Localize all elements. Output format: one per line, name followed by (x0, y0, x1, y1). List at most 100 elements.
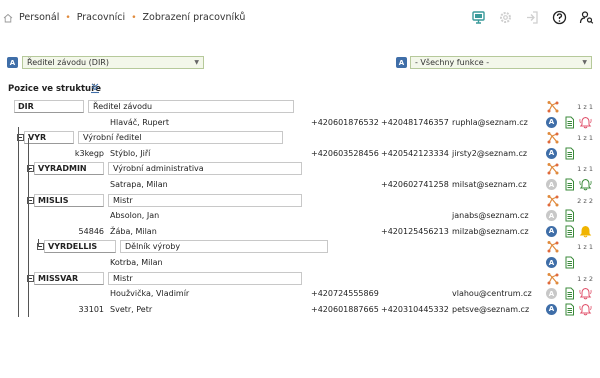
position-row: VYR Výrobní ředitel 1 z 1 (0, 130, 600, 145)
position-name: Mistr (108, 271, 302, 285)
phone-secondary: +420125456213 (381, 226, 449, 236)
user-status-icon[interactable]: A (546, 303, 557, 315)
employee-row: Satrapa, Milan +420602741258 milsat@seznam… (0, 177, 600, 192)
document-icon[interactable] (563, 178, 576, 191)
help-icon[interactable] (552, 10, 567, 25)
email[interactable]: jirsty2@seznam.cz (452, 149, 527, 158)
position-name: Dělník výroby (120, 240, 328, 254)
breadcrumb: Personál • Pracovníci • Zobrazení pracov… (3, 12, 245, 23)
email[interactable]: milzab@seznam.cz (452, 227, 529, 236)
employee-name[interactable]: Stýblo, Jiří (110, 149, 150, 158)
tree-connector (28, 200, 30, 202)
user-status-icon[interactable]: A (546, 225, 557, 237)
alarm-bell-icon[interactable] (579, 116, 592, 129)
employee-name[interactable]: Žába, Milan (110, 227, 157, 236)
tree-connector (38, 238, 39, 247)
position-code: MISLIS (34, 193, 104, 207)
position-row: VYRDELLIS Dělník výroby 1 z 1 (0, 239, 600, 254)
document-icon[interactable] (563, 287, 576, 300)
employee-name[interactable]: Kotrba, Milan (110, 258, 163, 267)
position-name: Výrobní ředitel (78, 131, 283, 145)
alarm-bell-icon[interactable] (579, 303, 592, 316)
phone-primary: +420601887665 (311, 304, 379, 314)
breadcrumb-item-current: Zobrazení pracovníků (142, 12, 246, 23)
function-select[interactable]: - Všechny funkce - ▼ (410, 56, 592, 69)
function-filter-badge: A (396, 57, 407, 68)
position-name: Ředitel závodu (88, 100, 294, 113)
email[interactable]: petsve@seznam.cz (452, 305, 529, 314)
alarm-bell-icon[interactable] (579, 225, 592, 238)
document-icon[interactable] (563, 147, 576, 160)
position-name: Mistr (108, 193, 302, 207)
tree-connector (28, 278, 30, 280)
user-status-icon[interactable]: A (546, 210, 557, 222)
phone-secondary: +420602741258 (381, 180, 449, 189)
employee-row: k3kegp Stýblo, Jiří +420603528456 +42054212… (0, 146, 600, 161)
breadcrumb-item-pracovnici[interactable]: Pracovníci (77, 12, 125, 23)
collapse-all-icon[interactable] (90, 82, 100, 94)
tree-connector (28, 168, 30, 170)
position-occupancy: 1 z 1 (577, 103, 593, 111)
employee-name[interactable]: Houžvička, Vladimír (110, 289, 189, 298)
tree-connector (18, 126, 19, 318)
position-row: VYRADMIN Výrobní administrativa 1 z 1 (0, 161, 600, 176)
phone-secondary: +420542123334 (381, 148, 449, 158)
document-icon[interactable] (563, 225, 576, 238)
employee-name[interactable]: Satrapa, Milan (110, 180, 168, 189)
phone-primary: +420603528456 (311, 148, 379, 158)
position-occupancy: 2 z 2 (577, 196, 593, 205)
position-occupancy: 1 z 1 (577, 165, 593, 174)
user-status-icon[interactable]: A (546, 179, 557, 190)
employee-row: 33101 Svetr, Petr +420601887665 +4203104453… (0, 302, 600, 317)
position-occupancy: 1 z 2 (577, 274, 593, 283)
home-icon[interactable] (3, 13, 13, 23)
settings-icon[interactable] (498, 10, 513, 25)
chevron-down-icon: ▼ (194, 59, 199, 66)
position-code: DIR (14, 100, 84, 113)
user-search-icon[interactable] (579, 10, 594, 25)
employee-name[interactable]: Absolon, Jan (110, 211, 159, 220)
breadcrumb-item-personal[interactable]: Personál (19, 12, 59, 23)
org-structure-icon[interactable] (546, 100, 559, 113)
tree-connector (28, 137, 29, 318)
unit-select[interactable]: Ředitel závodu (DIR) ▼ (22, 56, 204, 69)
employee-name[interactable]: Hlaváč, Rupert (110, 118, 169, 127)
employee-id: k3kegp (74, 148, 104, 158)
employee-id: 54846 (78, 226, 104, 236)
employee-row: Hlaváč, Rupert +420601876532 +420481746357… (0, 115, 600, 130)
document-icon[interactable] (563, 256, 576, 269)
user-status-icon[interactable]: A (546, 257, 557, 268)
org-structure-icon[interactable] (546, 131, 559, 144)
document-icon[interactable] (563, 209, 576, 222)
phone-secondary: +420310445332 (381, 304, 449, 314)
user-status-icon[interactable]: A (546, 288, 557, 300)
position-row: MISSVAR Mistr 1 z 2 (0, 271, 600, 286)
position-name: Výrobní administrativa (108, 162, 302, 176)
org-structure-icon[interactable] (546, 194, 559, 207)
email[interactable]: vlahou@centrum.cz (452, 289, 532, 298)
org-structure-icon[interactable] (546, 240, 559, 253)
user-status-icon[interactable]: A (546, 147, 557, 159)
phone-primary: +420601876532 (311, 117, 379, 127)
email[interactable]: ruphla@seznam.cz (452, 118, 528, 127)
alarm-bell-icon[interactable] (579, 287, 592, 300)
email[interactable]: milsat@seznam.cz (452, 180, 527, 189)
position-occupancy: 1 z 1 (577, 134, 593, 143)
employee-row: 54846 Žába, Milan +420125456213 milzab@sezn… (0, 224, 600, 239)
monitor-icon[interactable] (471, 10, 486, 25)
user-status-icon[interactable]: A (546, 116, 557, 128)
employee-id: 33101 (78, 304, 104, 314)
email[interactable]: janabs@seznam.cz (452, 211, 529, 220)
document-icon[interactable] (563, 116, 576, 129)
employee-name[interactable]: Svetr, Petr (110, 305, 152, 314)
logout-icon[interactable] (525, 10, 540, 25)
employee-row: Kotrba, Milan A (0, 255, 600, 270)
filter-row: A Ředitel závodu (DIR) ▼ A - Všechny fun… (0, 55, 600, 71)
org-structure-icon[interactable] (546, 272, 559, 285)
alarm-bell-icon[interactable] (579, 178, 592, 191)
section-title: Pozice ve struktuře (8, 84, 102, 94)
position-code: VYR (24, 131, 74, 145)
position-row: DIR Ředitel závodu 1 z 1 (0, 99, 600, 114)
org-structure-icon[interactable] (546, 162, 559, 175)
document-icon[interactable] (563, 303, 576, 316)
